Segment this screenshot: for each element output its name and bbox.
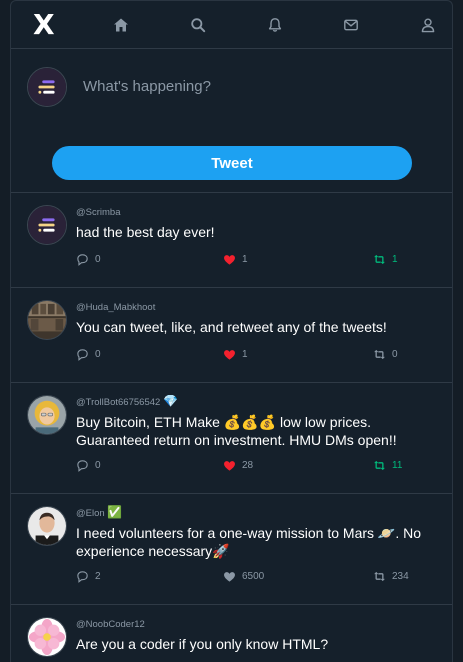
tweet-item: @TrollBot66756542 💎 Buy Bitcoin, ETH Mak… xyxy=(11,383,452,494)
heart-icon xyxy=(224,255,235,265)
home-icon[interactable] xyxy=(111,15,131,35)
reply-icon xyxy=(77,254,88,266)
reply-count: 0 xyxy=(95,254,101,265)
like-count: 6500 xyxy=(242,571,265,582)
bell-icon[interactable] xyxy=(265,15,285,35)
tweet-actions: 0 1 1 xyxy=(76,253,411,267)
retweet-count: 0 xyxy=(392,349,398,360)
reply-button[interactable]: 0 xyxy=(76,348,101,361)
tweet-actions: 2 6500 234 xyxy=(76,570,411,584)
reply-icon xyxy=(77,349,88,361)
tweet-text: had the best day ever! xyxy=(76,224,215,240)
tweet-button[interactable]: Tweet xyxy=(52,146,412,180)
like-button[interactable]: 1 xyxy=(223,253,248,266)
retweet-button[interactable]: 11 xyxy=(373,459,402,472)
reply-icon xyxy=(77,571,88,583)
tweet-item: @Scrimba had the best day ever! 0 1 1 xyxy=(11,193,452,288)
mail-icon[interactable] xyxy=(341,15,361,35)
retweet-icon xyxy=(374,460,385,471)
retweet-button[interactable]: 234 xyxy=(373,570,409,583)
reply-count: 0 xyxy=(95,460,101,471)
tweet-actions: 0 28 11 xyxy=(76,459,411,473)
tweet-text: Are you a coder if you only know HTML? xyxy=(76,636,329,652)
tweet-item: @Elon ✅ I need volunteers for a one-way … xyxy=(11,494,452,605)
reply-button[interactable]: 0 xyxy=(76,459,101,472)
heart-icon xyxy=(224,461,235,471)
like-button[interactable]: 1 xyxy=(223,348,248,361)
avatar[interactable] xyxy=(27,395,67,435)
tweet-text: You can tweet, like, and retweet any of … xyxy=(76,319,387,335)
reply-button[interactable]: 0 xyxy=(76,253,101,266)
reply-count: 0 xyxy=(95,349,101,360)
like-button[interactable]: 6500 xyxy=(223,570,264,583)
retweet-count: 1 xyxy=(392,254,398,265)
reply-icon xyxy=(77,460,88,472)
tweet-text: Buy Bitcoin, ETH Make 💰💰💰 low low prices… xyxy=(76,414,397,448)
retweet-icon xyxy=(374,571,385,582)
tweet-handle[interactable]: @TrollBot66756542 💎 xyxy=(76,394,178,408)
tweet-handle[interactable]: @NoobCoder12 xyxy=(76,616,145,630)
retweet-icon xyxy=(374,349,385,360)
compose-input[interactable] xyxy=(83,73,423,99)
app-container: X Tweet xyxy=(10,0,453,662)
tweet-item: @Huda_Mabkhoot You can tweet, like, and … xyxy=(11,288,452,383)
compose-box: Tweet xyxy=(11,49,452,193)
top-nav: X xyxy=(11,1,452,49)
like-count: 28 xyxy=(242,460,254,471)
x-logo[interactable]: X xyxy=(33,10,55,39)
tweet-handle[interactable]: @Elon ✅ xyxy=(76,505,122,519)
tweet-actions: 0 1 0 xyxy=(76,348,411,362)
retweet-count: 234 xyxy=(392,571,409,582)
retweet-button[interactable]: 1 xyxy=(373,253,398,266)
tweet-handle[interactable]: @Scrimba xyxy=(76,204,121,218)
tweet-text: I need volunteers for a one-way mission … xyxy=(76,525,422,559)
reply-count: 2 xyxy=(95,571,101,582)
avatar[interactable] xyxy=(27,506,67,546)
avatar[interactable] xyxy=(27,67,67,107)
like-button[interactable]: 28 xyxy=(223,459,253,472)
search-icon[interactable] xyxy=(188,15,208,35)
retweet-button[interactable]: 0 xyxy=(373,348,398,361)
tweet-feed: @Scrimba had the best day ever! 0 1 1 @H… xyxy=(11,193,452,662)
tweet-item: @NoobCoder12 Are you a coder if you only… xyxy=(11,605,452,662)
retweet-count: 11 xyxy=(392,460,403,471)
user-icon[interactable] xyxy=(418,15,438,35)
heart-icon xyxy=(224,350,235,360)
tweet-handle[interactable]: @Huda_Mabkhoot xyxy=(76,299,155,313)
retweet-icon xyxy=(374,254,385,265)
like-count: 1 xyxy=(242,254,248,265)
avatar[interactable] xyxy=(27,617,67,657)
avatar[interactable] xyxy=(27,205,67,245)
like-count: 1 xyxy=(242,349,248,360)
reply-button[interactable]: 2 xyxy=(76,570,101,583)
heart-icon xyxy=(224,572,235,582)
avatar[interactable] xyxy=(27,300,67,340)
